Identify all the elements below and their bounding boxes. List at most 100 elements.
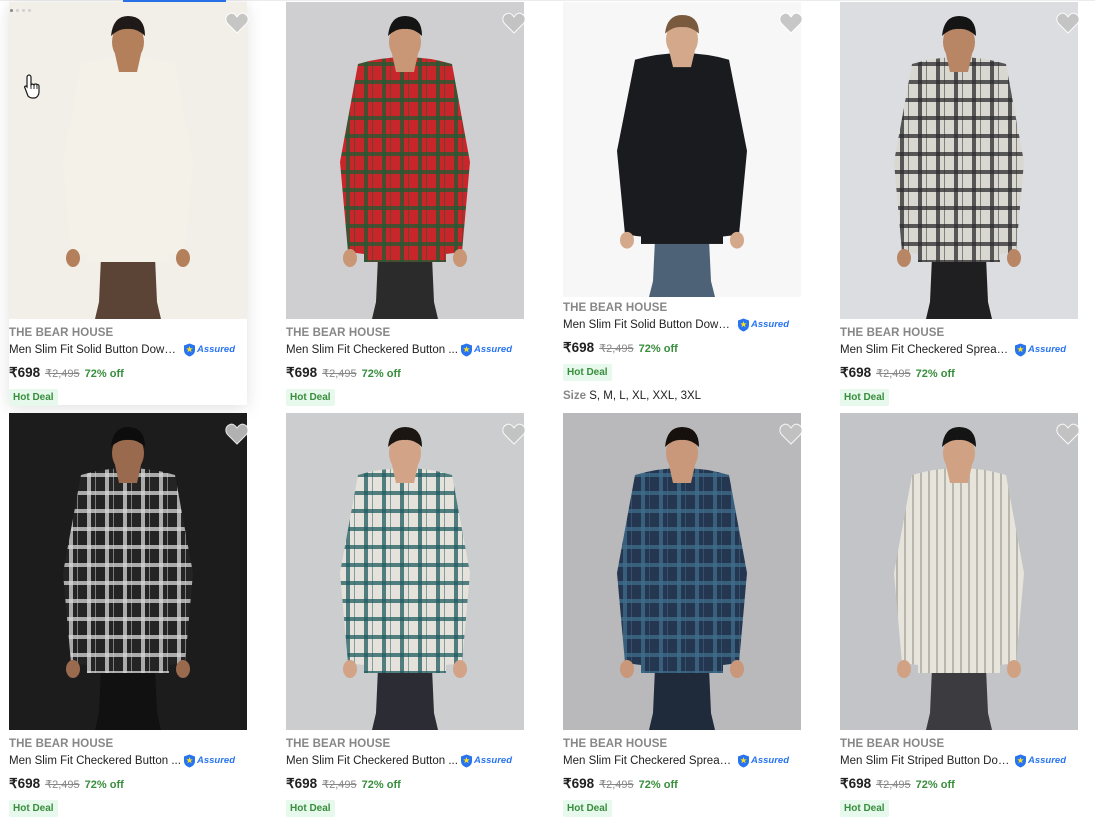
- product-image[interactable]: [563, 2, 801, 297]
- hot-deal-badge: Hot Deal: [286, 389, 335, 406]
- discount-percent: 72% off: [84, 779, 124, 791]
- assured-shield-icon: [1015, 754, 1026, 768]
- original-price: ₹2,495: [322, 779, 357, 791]
- product-title-link[interactable]: Men Slim Fit Checkered Spread ...: [563, 755, 735, 767]
- model-figure: [563, 413, 801, 730]
- assured-shield-icon: [184, 343, 195, 357]
- product-image[interactable]: [9, 2, 247, 319]
- product-title-link[interactable]: Men Slim Fit Solid Button Down ...: [563, 319, 735, 331]
- product-image[interactable]: [286, 2, 524, 319]
- heart-icon[interactable]: [779, 423, 803, 445]
- selling-price: ₹698: [840, 365, 872, 380]
- hot-deal-badge: Hot Deal: [840, 800, 889, 817]
- heart-icon[interactable]: [225, 12, 249, 34]
- product-card[interactable]: THE BEAR HOUSE Men Slim Fit Checkered But…: [286, 413, 526, 817]
- original-price: ₹2,495: [45, 779, 80, 791]
- carousel-dot: [28, 9, 31, 12]
- selling-price: ₹698: [840, 776, 872, 791]
- price-row: ₹698 ₹2,495 72% off: [840, 776, 955, 792]
- discount-percent: 72% off: [915, 368, 955, 380]
- assured-shield-icon: [738, 754, 749, 768]
- product-title-link[interactable]: Men Slim Fit Checkered Button ...: [286, 755, 458, 767]
- product-title-link[interactable]: Men Slim Fit Checkered Button ...: [9, 755, 181, 767]
- price-row: ₹698 ₹2,495 72% off: [9, 776, 124, 792]
- assured-label: Assured: [751, 755, 790, 766]
- assured-label: Assured: [197, 344, 236, 355]
- carousel-dot: [22, 9, 25, 12]
- price-row: ₹698 ₹2,495 72% off: [286, 365, 401, 381]
- product-image[interactable]: [840, 413, 1078, 730]
- product-brand: THE BEAR HOUSE: [563, 302, 668, 314]
- assured-label: Assured: [197, 755, 236, 766]
- discount-percent: 72% off: [638, 343, 678, 355]
- product-title-link[interactable]: Men Slim Fit Checkered Spread ...: [840, 344, 1012, 356]
- product-brand: THE BEAR HOUSE: [9, 738, 114, 750]
- assured-badge: Assured: [183, 754, 245, 768]
- discount-percent: 72% off: [638, 779, 678, 791]
- product-card[interactable]: THE BEAR HOUSE Men Slim Fit Checkered Spr…: [840, 2, 1080, 406]
- price-row: ₹698 ₹2,495 72% off: [563, 340, 678, 356]
- sizes-value: S, M, L, XL, XXL, 3XL: [589, 390, 702, 402]
- selling-price: ₹698: [286, 776, 318, 791]
- hot-deal-badge: Hot Deal: [840, 389, 889, 406]
- product-card[interactable]: THE BEAR HOUSE Men Slim Fit Solid Button …: [9, 2, 249, 406]
- assured-label: Assured: [1028, 344, 1067, 355]
- image-carousel-dots: [10, 9, 31, 12]
- product-brand: THE BEAR HOUSE: [286, 738, 391, 750]
- hot-deal-badge: Hot Deal: [9, 389, 58, 406]
- original-price: ₹2,495: [876, 779, 911, 791]
- selling-price: ₹698: [563, 340, 595, 355]
- assured-badge: Assured: [460, 343, 522, 357]
- price-row: ₹698 ₹2,495 72% off: [840, 365, 955, 381]
- hot-deal-badge: Hot Deal: [563, 800, 612, 817]
- product-card[interactable]: THE BEAR HOUSE Men Slim Fit Striped Butto…: [840, 413, 1080, 817]
- product-title-link[interactable]: Men Slim Fit Checkered Button ...: [286, 344, 458, 356]
- heart-icon[interactable]: [779, 12, 803, 34]
- discount-percent: 72% off: [915, 779, 955, 791]
- assured-label: Assured: [474, 755, 513, 766]
- price-row: ₹698 ₹2,495 72% off: [9, 365, 124, 381]
- product-title-link[interactable]: Men Slim Fit Striped Button Dow...: [840, 755, 1012, 767]
- product-brand: THE BEAR HOUSE: [9, 327, 114, 339]
- discount-percent: 72% off: [84, 368, 124, 380]
- product-image[interactable]: [286, 413, 524, 730]
- selling-price: ₹698: [9, 365, 41, 380]
- model-figure: [9, 2, 247, 319]
- product-image[interactable]: [563, 413, 801, 730]
- original-price: ₹2,495: [876, 368, 911, 380]
- price-row: ₹698 ₹2,495 72% off: [286, 776, 401, 792]
- model-figure: [9, 413, 247, 730]
- model-figure: [286, 413, 524, 730]
- hot-deal-badge: Hot Deal: [9, 800, 58, 817]
- heart-icon[interactable]: [225, 423, 249, 445]
- product-brand: THE BEAR HOUSE: [840, 327, 945, 339]
- hand-pointer-icon: [24, 74, 40, 99]
- product-card[interactable]: THE BEAR HOUSE Men Slim Fit Checkered But…: [286, 2, 526, 406]
- assured-badge: Assured: [737, 754, 799, 768]
- assured-shield-icon: [738, 318, 749, 332]
- assured-shield-icon: [461, 343, 472, 357]
- model-figure: [286, 2, 524, 319]
- product-title-link[interactable]: Men Slim Fit Solid Button Down ...: [9, 344, 181, 356]
- heart-icon[interactable]: [502, 423, 526, 445]
- product-brand: THE BEAR HOUSE: [840, 738, 945, 750]
- product-card[interactable]: THE BEAR HOUSE Men Slim Fit Checkered Spr…: [563, 413, 803, 817]
- assured-badge: Assured: [183, 343, 245, 357]
- carousel-dot: [10, 9, 13, 12]
- assured-shield-icon: [184, 754, 195, 768]
- assured-badge: Assured: [737, 318, 799, 332]
- heart-icon[interactable]: [502, 12, 526, 34]
- product-card[interactable]: THE BEAR HOUSE Men Slim Fit Solid Button …: [563, 2, 803, 405]
- heart-icon[interactable]: [1056, 423, 1080, 445]
- product-image[interactable]: [9, 413, 247, 730]
- model-figure: [840, 2, 1078, 319]
- product-image[interactable]: [840, 2, 1078, 319]
- selling-price: ₹698: [9, 776, 41, 791]
- original-price: ₹2,495: [45, 368, 80, 380]
- heart-icon[interactable]: [1056, 12, 1080, 34]
- assured-badge: Assured: [1014, 754, 1076, 768]
- assured-label: Assured: [751, 319, 790, 330]
- model-figure: [563, 2, 801, 297]
- product-card[interactable]: THE BEAR HOUSE Men Slim Fit Checkered But…: [9, 413, 249, 817]
- available-sizes: Size S, M, L, XL, XXL, 3XL: [563, 390, 701, 402]
